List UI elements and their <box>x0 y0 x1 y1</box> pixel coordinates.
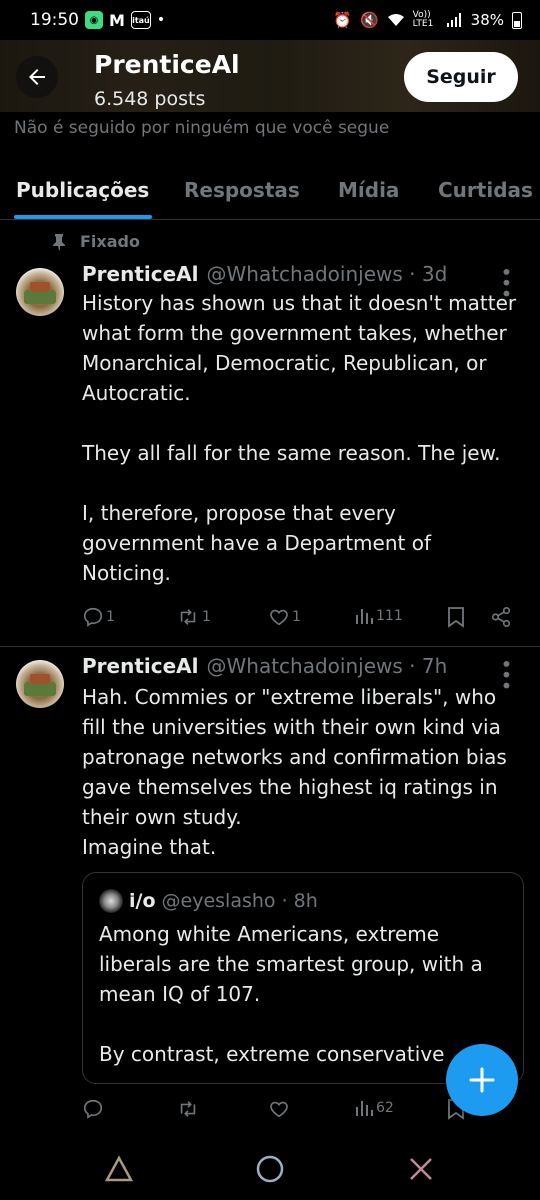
profile-name: PrenticeAl <box>94 50 240 79</box>
repost-button[interactable]: 1 <box>176 606 211 628</box>
avatar[interactable] <box>16 268 64 316</box>
views-icon <box>356 1101 373 1116</box>
share-button[interactable] <box>490 606 512 628</box>
back-button[interactable] <box>16 56 58 98</box>
compose-post-button[interactable] <box>446 1044 518 1116</box>
bookmark-icon <box>448 607 464 628</box>
network-label: Vo)) LTE1 <box>412 10 434 29</box>
reply-icon <box>83 607 103 627</box>
home-circle-icon[interactable] <box>255 1154 285 1184</box>
battery-icon <box>512 11 522 29</box>
quoted-post-header: i/o @eyeslasho · 8h <box>99 889 318 913</box>
itau-icon: itaú <box>130 11 151 29</box>
views-button[interactable]: 62 <box>354 1098 394 1118</box>
heart-icon <box>270 609 288 626</box>
views-count: 111 <box>376 608 403 624</box>
repost-button[interactable] <box>176 1098 202 1120</box>
post-divider <box>0 646 540 647</box>
notification-dot: • <box>156 12 166 28</box>
reply-count: 1 <box>106 609 115 625</box>
tab-midia[interactable]: Mídia <box>338 178 399 202</box>
pin-icon <box>53 233 65 250</box>
post-text: Hah. Commies or "extreme liberals", who … <box>82 685 507 859</box>
like-button[interactable]: 1 <box>268 606 301 628</box>
pinned-text: Fixado <box>80 232 140 251</box>
post-header: PrenticeAl @Whatchadoinjews · 7h <box>82 654 447 678</box>
tab-publicacoes[interactable]: Publicações <box>16 178 149 202</box>
whatsapp-like-app-icon: ◉ <box>85 11 103 29</box>
clock: 19:50 <box>30 10 79 30</box>
post-text: History has shown us that it doesn't mat… <box>82 291 517 585</box>
repost-icon <box>180 609 196 625</box>
like-count: 1 <box>292 609 301 625</box>
reply-button[interactable] <box>82 1098 106 1120</box>
quoted-avatar <box>99 889 123 913</box>
posts-count: 6.548 posts <box>94 88 206 110</box>
avatar[interactable] <box>16 660 64 708</box>
system-navigation-bar <box>0 1138 540 1200</box>
plus-icon <box>469 1067 495 1093</box>
reply-icon <box>83 1099 103 1119</box>
bookmark-button[interactable] <box>446 606 466 628</box>
views-icon <box>356 609 373 624</box>
tab-respostas[interactable]: Respostas <box>184 178 300 202</box>
arrow-left-icon <box>29 69 45 85</box>
author-handle[interactable]: @Whatchadoinjews · 3d <box>207 262 448 286</box>
status-bar: 19:50 ◉ M itaú • ⏰ 🔇 Vo)) LTE1 38% <box>0 0 540 40</box>
repost-count: 1 <box>202 609 211 625</box>
profile-header: PrenticeAl 6.548 posts Seguir <box>0 40 540 112</box>
signal-icon <box>446 13 461 27</box>
recents-cross-icon[interactable] <box>406 1154 436 1184</box>
author-name[interactable]: PrenticeAl <box>82 654 199 678</box>
battery-percent: 38% <box>470 11 504 29</box>
share-icon <box>491 607 511 627</box>
views-count: 62 <box>376 1100 394 1116</box>
repost-icon <box>180 1101 196 1117</box>
views-button[interactable]: 111 <box>354 606 403 626</box>
mute-icon: 🔇 <box>359 11 379 29</box>
active-tab-indicator <box>14 215 152 219</box>
quoted-post-text: Among white Americans, extreme liberals … <box>99 922 483 1066</box>
quoted-author-name: i/o <box>129 890 156 912</box>
alarm-icon: ⏰ <box>333 11 352 29</box>
wifi-icon <box>387 14 404 26</box>
gmail-icon: M <box>109 10 125 30</box>
quoted-author-handle: @eyeslasho · 8h <box>161 890 318 912</box>
author-name[interactable]: PrenticeAl <box>82 262 199 286</box>
followed-by-text: Não é seguido por ninguém que você segue <box>14 118 390 138</box>
profile-tabs: Publicações Respostas Mídia Curtidas <box>0 162 540 220</box>
tab-curtidas[interactable]: Curtidas <box>438 178 533 202</box>
post-actions: 1 1 1 111 <box>82 606 522 634</box>
follow-button[interactable]: Seguir <box>404 52 518 102</box>
back-triangle-icon[interactable] <box>104 1154 134 1184</box>
heart-icon <box>270 1101 288 1118</box>
like-button[interactable] <box>268 1098 292 1120</box>
author-handle[interactable]: @Whatchadoinjews · 7h <box>207 654 448 678</box>
post-header: PrenticeAl @Whatchadoinjews · 3d <box>82 262 447 286</box>
reply-button[interactable]: 1 <box>82 606 115 628</box>
pinned-label: Fixado <box>52 232 140 251</box>
